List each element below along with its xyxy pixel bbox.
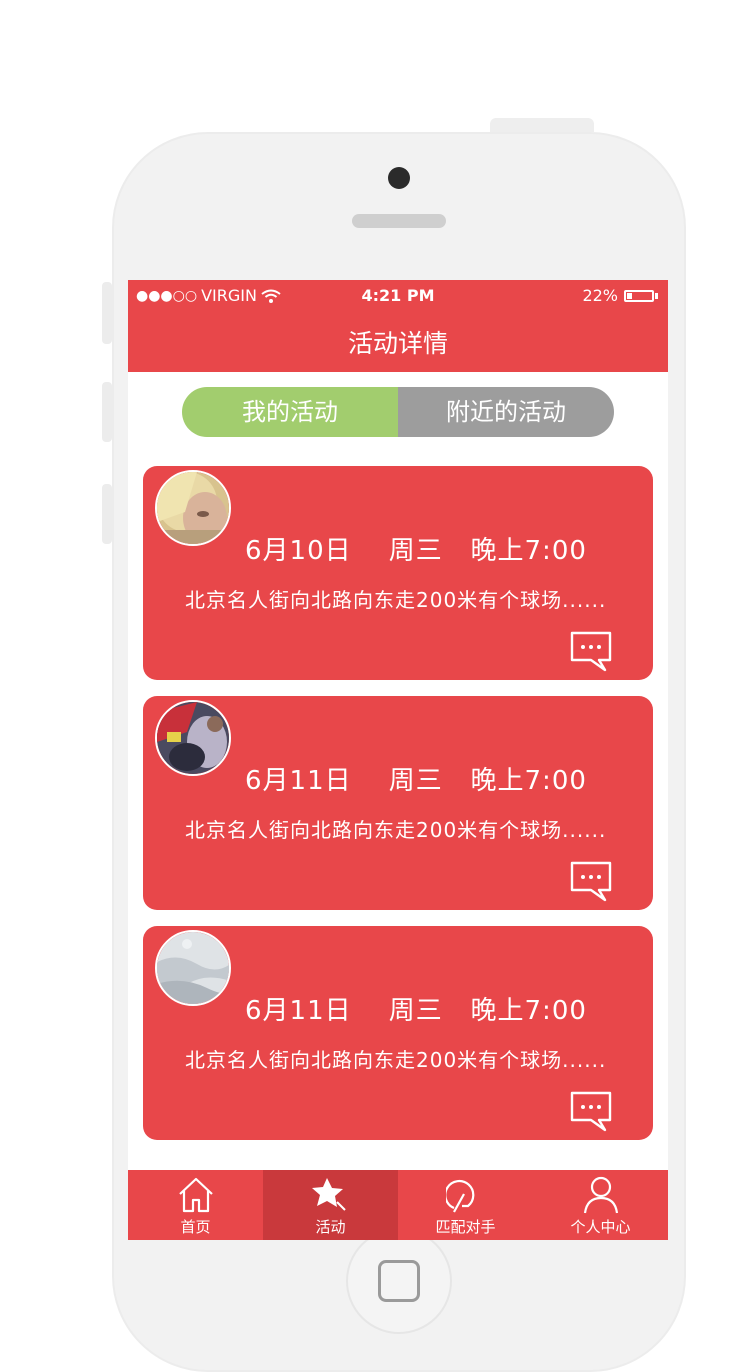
activity-datetime: 6月11日 周三 晚上7:00 (245, 990, 587, 1027)
activity-weekday: 周三 (388, 536, 443, 566)
activity-time: 晚上7:00 (470, 536, 587, 566)
activity-time: 晚上7:00 (470, 766, 587, 796)
comment-icon[interactable] (569, 630, 613, 674)
user-icon (583, 1176, 619, 1214)
activity-description: 北京名人街向北路向东走200米有个球场...... (185, 1048, 607, 1072)
battery-tip (655, 292, 658, 299)
activity-segment-control: 我的活动 附近的活动 (182, 387, 614, 437)
avatar (155, 470, 231, 546)
comment-icon[interactable] (569, 1090, 613, 1134)
app-screen: ●●●○○ VIRGIN 4:21 PM 22% 活动详情 我的活动 附近的活动 (128, 280, 668, 1240)
tab-match[interactable]: 匹配对手 (398, 1170, 533, 1240)
activity-time: 晚上7:00 (470, 996, 587, 1026)
tab-match-label: 匹配对手 (435, 1218, 496, 1236)
battery-fill (627, 292, 632, 299)
tab-activities[interactable]: 活动 (263, 1170, 398, 1240)
activity-datetime: 6月10日 周三 晚上7:00 (245, 530, 587, 567)
avatar (155, 930, 231, 1006)
activity-card[interactable]: 6月10日 周三 晚上7:00 北京名人街向北路向东走200米有个球场.....… (143, 466, 653, 680)
power-button (490, 118, 594, 132)
avatar (155, 700, 231, 776)
status-bar: ●●●○○ VIRGIN 4:21 PM 22% (128, 284, 668, 308)
header: ●●●○○ VIRGIN 4:21 PM 22% 活动详情 (128, 280, 668, 372)
battery-indicator: 22% (582, 286, 658, 305)
activity-card[interactable]: 6月11日 周三 晚上7:00 北京名人街向北路向东走200米有个球场.....… (143, 926, 653, 1140)
activity-description: 北京名人街向北路向东走200米有个球场...... (185, 818, 607, 842)
bottom-tab-bar: 首页 活动 匹配对手 个人中心 (128, 1170, 668, 1240)
match-icon (446, 1179, 475, 1213)
battery-icon (624, 289, 654, 302)
mute-switch (102, 282, 112, 344)
activity-weekday: 周三 (388, 766, 443, 796)
tab-my-activities[interactable]: 我的活动 (182, 387, 398, 437)
activity-datetime: 6月11日 周三 晚上7:00 (245, 760, 587, 797)
page-title: 活动详情 (347, 329, 448, 358)
activity-description: 北京名人街向北路向东走200米有个球场...... (185, 588, 607, 612)
tab-home-label: 首页 (180, 1218, 211, 1236)
star-icon (312, 1178, 346, 1211)
front-camera (388, 167, 410, 189)
earpiece-speaker (352, 214, 446, 228)
activity-date: 6月11日 (245, 996, 352, 1026)
home-button-square (378, 1260, 420, 1302)
activity-weekday: 周三 (388, 996, 443, 1026)
activity-date: 6月10日 (245, 536, 352, 566)
tab-profile[interactable]: 个人中心 (533, 1170, 668, 1240)
volume-up-button (102, 382, 112, 442)
tab-nearby-activities[interactable]: 附近的活动 (398, 387, 614, 437)
activity-date: 6月11日 (245, 766, 352, 796)
tab-activities-label: 活动 (315, 1218, 346, 1236)
tab-profile-label: 个人中心 (570, 1218, 631, 1236)
home-button[interactable] (346, 1228, 452, 1334)
volume-down-button (102, 484, 112, 544)
tab-home[interactable]: 首页 (128, 1170, 263, 1240)
battery-percent: 22% (582, 286, 618, 305)
home-icon (179, 1177, 213, 1213)
activity-card[interactable]: 6月11日 周三 晚上7:00 北京名人街向北路向东走200米有个球场.....… (143, 696, 653, 910)
comment-icon[interactable] (569, 860, 613, 904)
